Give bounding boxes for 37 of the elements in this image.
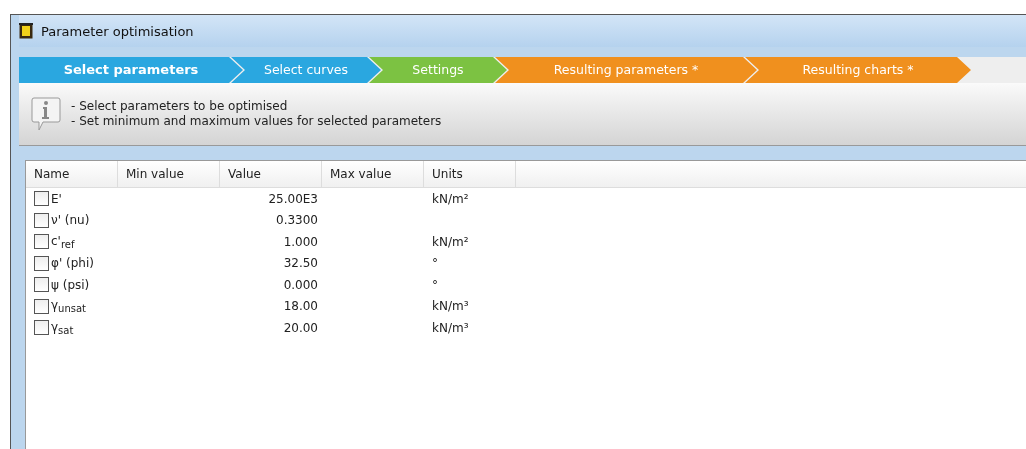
table-cell: 0.000 bbox=[283, 277, 318, 292]
table-cell: 1.000 bbox=[283, 234, 318, 249]
table-cell: 20.00 bbox=[283, 320, 318, 335]
table-cell: 0.3300 bbox=[276, 213, 318, 228]
window-title: Parameter optimisation bbox=[41, 23, 194, 39]
table-cell: 18.00 bbox=[283, 299, 318, 314]
instruction-text: - Set minimum and maximum values for selected parameters bbox=[71, 114, 442, 129]
table-cell: kN/m² bbox=[432, 191, 469, 206]
info-icon bbox=[31, 97, 61, 131]
table-cell: kN/m³ bbox=[432, 320, 469, 335]
column-header[interactable]: Value bbox=[220, 161, 322, 187]
parameter-name: φ' (phi) bbox=[51, 256, 94, 271]
column-header[interactable]: Max value bbox=[322, 161, 424, 187]
table-cell: ° bbox=[432, 277, 438, 292]
checkbox[interactable] bbox=[34, 277, 49, 293]
parameter-name: E' bbox=[51, 191, 62, 206]
instruction-text: - Select parameters to be optimised bbox=[71, 99, 289, 114]
checkbox[interactable] bbox=[34, 255, 49, 271]
parameter-name: γ$_{sat}$ bbox=[51, 319, 74, 336]
column-header[interactable]: Name bbox=[26, 161, 118, 187]
app-icon bbox=[19, 23, 33, 39]
column-header[interactable]: Units bbox=[424, 161, 516, 187]
parameter-name: ν' (nu) bbox=[51, 213, 90, 228]
table-cell: 25.00E3 bbox=[268, 191, 318, 206]
table-cell: ° bbox=[432, 256, 438, 271]
checkbox[interactable] bbox=[34, 234, 49, 250]
parameter-name: ψ (psi) bbox=[51, 277, 90, 292]
checkbox[interactable] bbox=[34, 191, 49, 207]
parameter-name: c'$_{ref}$ bbox=[51, 233, 75, 250]
column-header[interactable]: Min value bbox=[118, 161, 220, 187]
table-cell: kN/m³ bbox=[432, 299, 469, 314]
parameter-name: γ$_{unsat}$ bbox=[51, 298, 87, 315]
checkbox[interactable] bbox=[34, 298, 49, 314]
checkbox[interactable] bbox=[34, 320, 49, 336]
checkbox[interactable] bbox=[34, 212, 49, 228]
table-cell: 32.50 bbox=[283, 256, 318, 271]
table-cell: kN/m² bbox=[432, 234, 469, 249]
